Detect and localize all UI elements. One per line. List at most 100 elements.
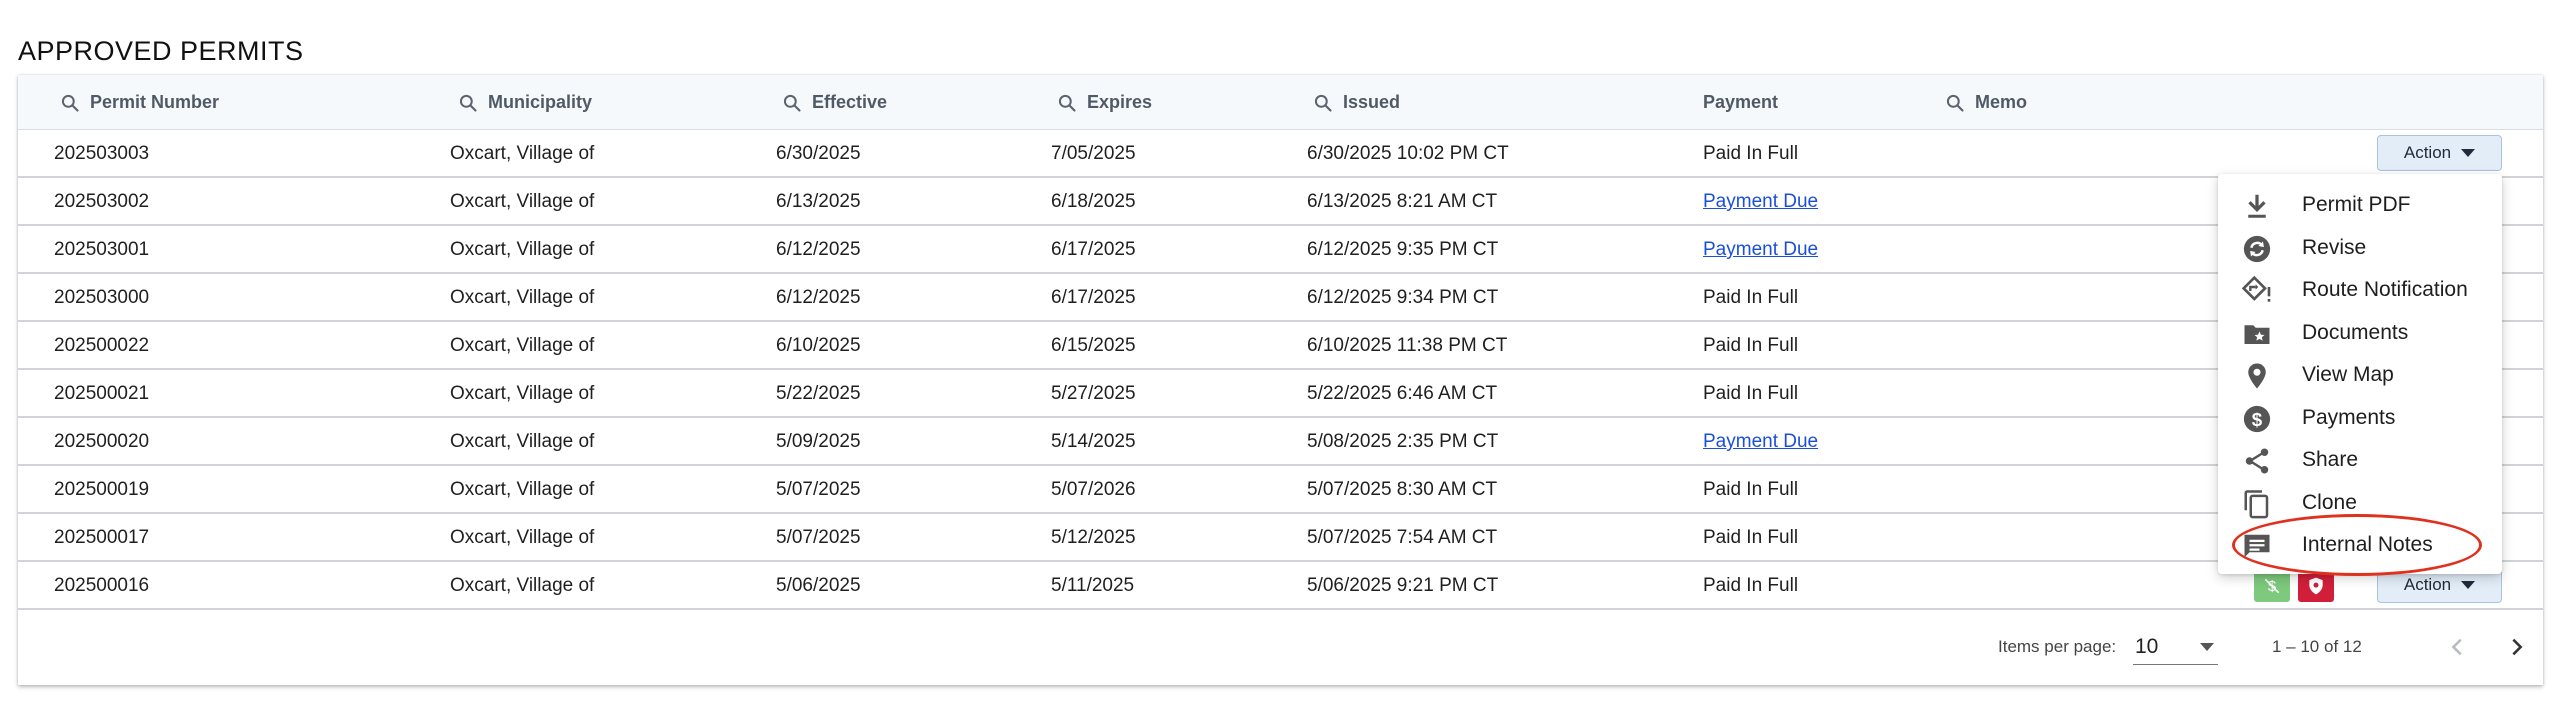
copy-icon [2240, 487, 2274, 521]
table-row[interactable]: 202500017 Oxcart, Village of 5/07/2025 5/12… [18, 514, 2543, 562]
payment-due-link[interactable]: Payment Due [1703, 418, 1818, 466]
action-button-label: Action [2403, 575, 2452, 594]
header-effective[interactable]: Effective [782, 75, 887, 130]
cell-municipality: Oxcart, Village of [450, 431, 595, 452]
action-menu: Permit PDF Revise Route Notification Docume… [2218, 174, 2502, 574]
cell-issued: 6/12/2025 9:35 PM CT [1307, 239, 1499, 260]
table-row[interactable]: 202500021 Oxcart, Village of 5/22/2025 5/27… [18, 370, 2543, 418]
table-row[interactable]: 202500022 Oxcart, Village of 6/10/2025 6/15… [18, 322, 2543, 370]
menu-item-label: Documents [2302, 320, 2409, 344]
previous-page-button[interactable] [2440, 629, 2476, 665]
action-button[interactable]: Action [2377, 135, 2502, 171]
cell-effective: 5/06/2025 [776, 575, 861, 596]
cell-municipality: Oxcart, Village of [450, 383, 595, 404]
cell-municipality: Oxcart, Village of [450, 239, 595, 260]
chevron-left-icon [2451, 638, 2462, 656]
download-icon [2240, 189, 2274, 223]
action-button-label: Action [2403, 143, 2452, 162]
cell-effective: 5/22/2025 [776, 383, 861, 404]
caret-down-icon [2461, 149, 2476, 157]
share-icon [2240, 444, 2274, 478]
cell-municipality: Oxcart, Village of [450, 575, 595, 596]
cell-payment: Paid In Full [1703, 527, 1799, 548]
items-per-page-select[interactable]: 10 [2133, 629, 2218, 665]
table-row[interactable]: 202500016 Oxcart, Village of 5/06/2025 5/11… [18, 562, 2543, 610]
cell-expires: 5/12/2025 [1051, 527, 1136, 548]
menu-item-payments[interactable]: $ Payments [2218, 397, 2502, 439]
menu-item-revise[interactable]: Revise [2218, 227, 2502, 269]
shield-icon [2309, 577, 2323, 595]
header-issued[interactable]: Issued [1313, 75, 1400, 130]
menu-item-documents[interactable]: Documents [2218, 312, 2502, 354]
menu-item-clone[interactable]: Clone [2218, 482, 2502, 524]
menu-item-permit-pdf[interactable]: Permit PDF [2218, 184, 2502, 226]
table-row[interactable]: 202503003 Oxcart, Village of 6/30/2025 7/05… [18, 130, 2543, 178]
menu-item-label: Revise [2302, 235, 2367, 259]
items-per-page-label: Items per page: [1998, 637, 2117, 656]
security-status-icon[interactable] [2298, 570, 2334, 602]
cell-expires: 6/18/2025 [1051, 191, 1136, 212]
cell-effective: 5/09/2025 [776, 431, 861, 452]
dollar-circle-icon: $ [2240, 402, 2274, 436]
menu-item-view-map[interactable]: View Map [2218, 354, 2502, 396]
cell-permit-number: 202500021 [54, 383, 150, 404]
cell-effective: 6/30/2025 [776, 143, 861, 164]
search-icon[interactable] [60, 93, 80, 113]
payment-due-link[interactable]: Payment Due [1703, 226, 1818, 274]
search-icon[interactable] [1057, 93, 1077, 113]
header-label: Memo [1975, 92, 2028, 112]
table-row[interactable]: 202503000 Oxcart, Village of 6/12/2025 6/17… [18, 274, 2543, 322]
cell-issued: 5/08/2025 2:35 PM CT [1307, 431, 1499, 452]
cell-effective: 5/07/2025 [776, 527, 861, 548]
cell-permit-number: 202503000 [54, 287, 150, 308]
cell-payment: Paid In Full [1703, 335, 1799, 356]
menu-item-label: Route Notification [2302, 278, 2468, 301]
caret-down-icon [2461, 581, 2476, 589]
permits-table-card: Permit Number Municipality Effective Exp… [18, 75, 2543, 685]
cell-municipality: Oxcart, Village of [450, 527, 595, 548]
cell-effective: 6/10/2025 [776, 335, 861, 356]
cell-municipality: Oxcart, Village of [450, 335, 595, 356]
cell-permit-number: 202500019 [54, 479, 150, 500]
search-icon[interactable] [782, 93, 802, 113]
cell-expires: 6/15/2025 [1051, 335, 1136, 356]
table-row[interactable]: 202503001 Oxcart, Village of 6/12/2025 6/17… [18, 226, 2543, 274]
payment-due-link[interactable]: Payment Due [1703, 178, 1818, 226]
menu-item-internal-notes[interactable]: Internal Notes [2218, 524, 2502, 566]
cell-municipality: Oxcart, Village of [450, 479, 595, 500]
chevron-down-icon [2200, 643, 2214, 651]
payment-status-icon[interactable]: $ [2254, 570, 2290, 602]
search-icon[interactable] [1945, 93, 1965, 113]
header-memo[interactable]: Memo [1945, 75, 2027, 130]
cell-effective: 6/13/2025 [776, 191, 861, 212]
menu-item-label: Share [2302, 448, 2359, 471]
pagination-range: 1 – 10 of 12 [2272, 637, 2362, 656]
cell-payment: Paid In Full [1703, 287, 1799, 308]
menu-item-share[interactable]: Share [2218, 439, 2502, 481]
header-expires[interactable]: Expires [1057, 75, 1152, 130]
next-page-button[interactable] [2499, 629, 2535, 665]
header-permit-number[interactable]: Permit Number [60, 75, 219, 130]
page-title: APPROVED PERMITS [18, 36, 304, 66]
revise-icon [2240, 232, 2274, 266]
cell-issued: 5/07/2025 7:54 AM CT [1307, 527, 1498, 548]
menu-item-route-notification[interactable]: Route Notification [2218, 269, 2502, 311]
cell-permit-number: 202500016 [54, 575, 150, 596]
cell-payment: Paid In Full [1703, 479, 1799, 500]
table-row[interactable]: 202500019 Oxcart, Village of 5/07/2025 5/07… [18, 466, 2543, 514]
cell-municipality: Oxcart, Village of [450, 287, 595, 308]
search-icon[interactable] [458, 93, 478, 113]
table-row[interactable]: 202500020 Oxcart, Village of 5/09/2025 5/14… [18, 418, 2543, 466]
search-icon[interactable] [1313, 93, 1333, 113]
cell-permit-number: 202500017 [54, 527, 150, 548]
table-row[interactable]: 202503002 Oxcart, Village of 6/13/2025 6/18… [18, 178, 2543, 226]
cell-expires: 7/05/2025 [1051, 143, 1136, 164]
cell-expires: 5/11/2025 [1051, 575, 1135, 596]
cell-issued: 6/10/2025 11:38 PM CT [1307, 335, 1508, 356]
menu-item-label: View Map [2302, 363, 2394, 386]
cell-permit-number: 202500022 [54, 335, 150, 356]
header-municipality[interactable]: Municipality [458, 75, 592, 130]
dollar-icon: $ [2264, 578, 2280, 595]
cell-payment: Paid In Full [1703, 383, 1799, 404]
cell-issued: 6/12/2025 9:34 PM CT [1307, 287, 1499, 308]
